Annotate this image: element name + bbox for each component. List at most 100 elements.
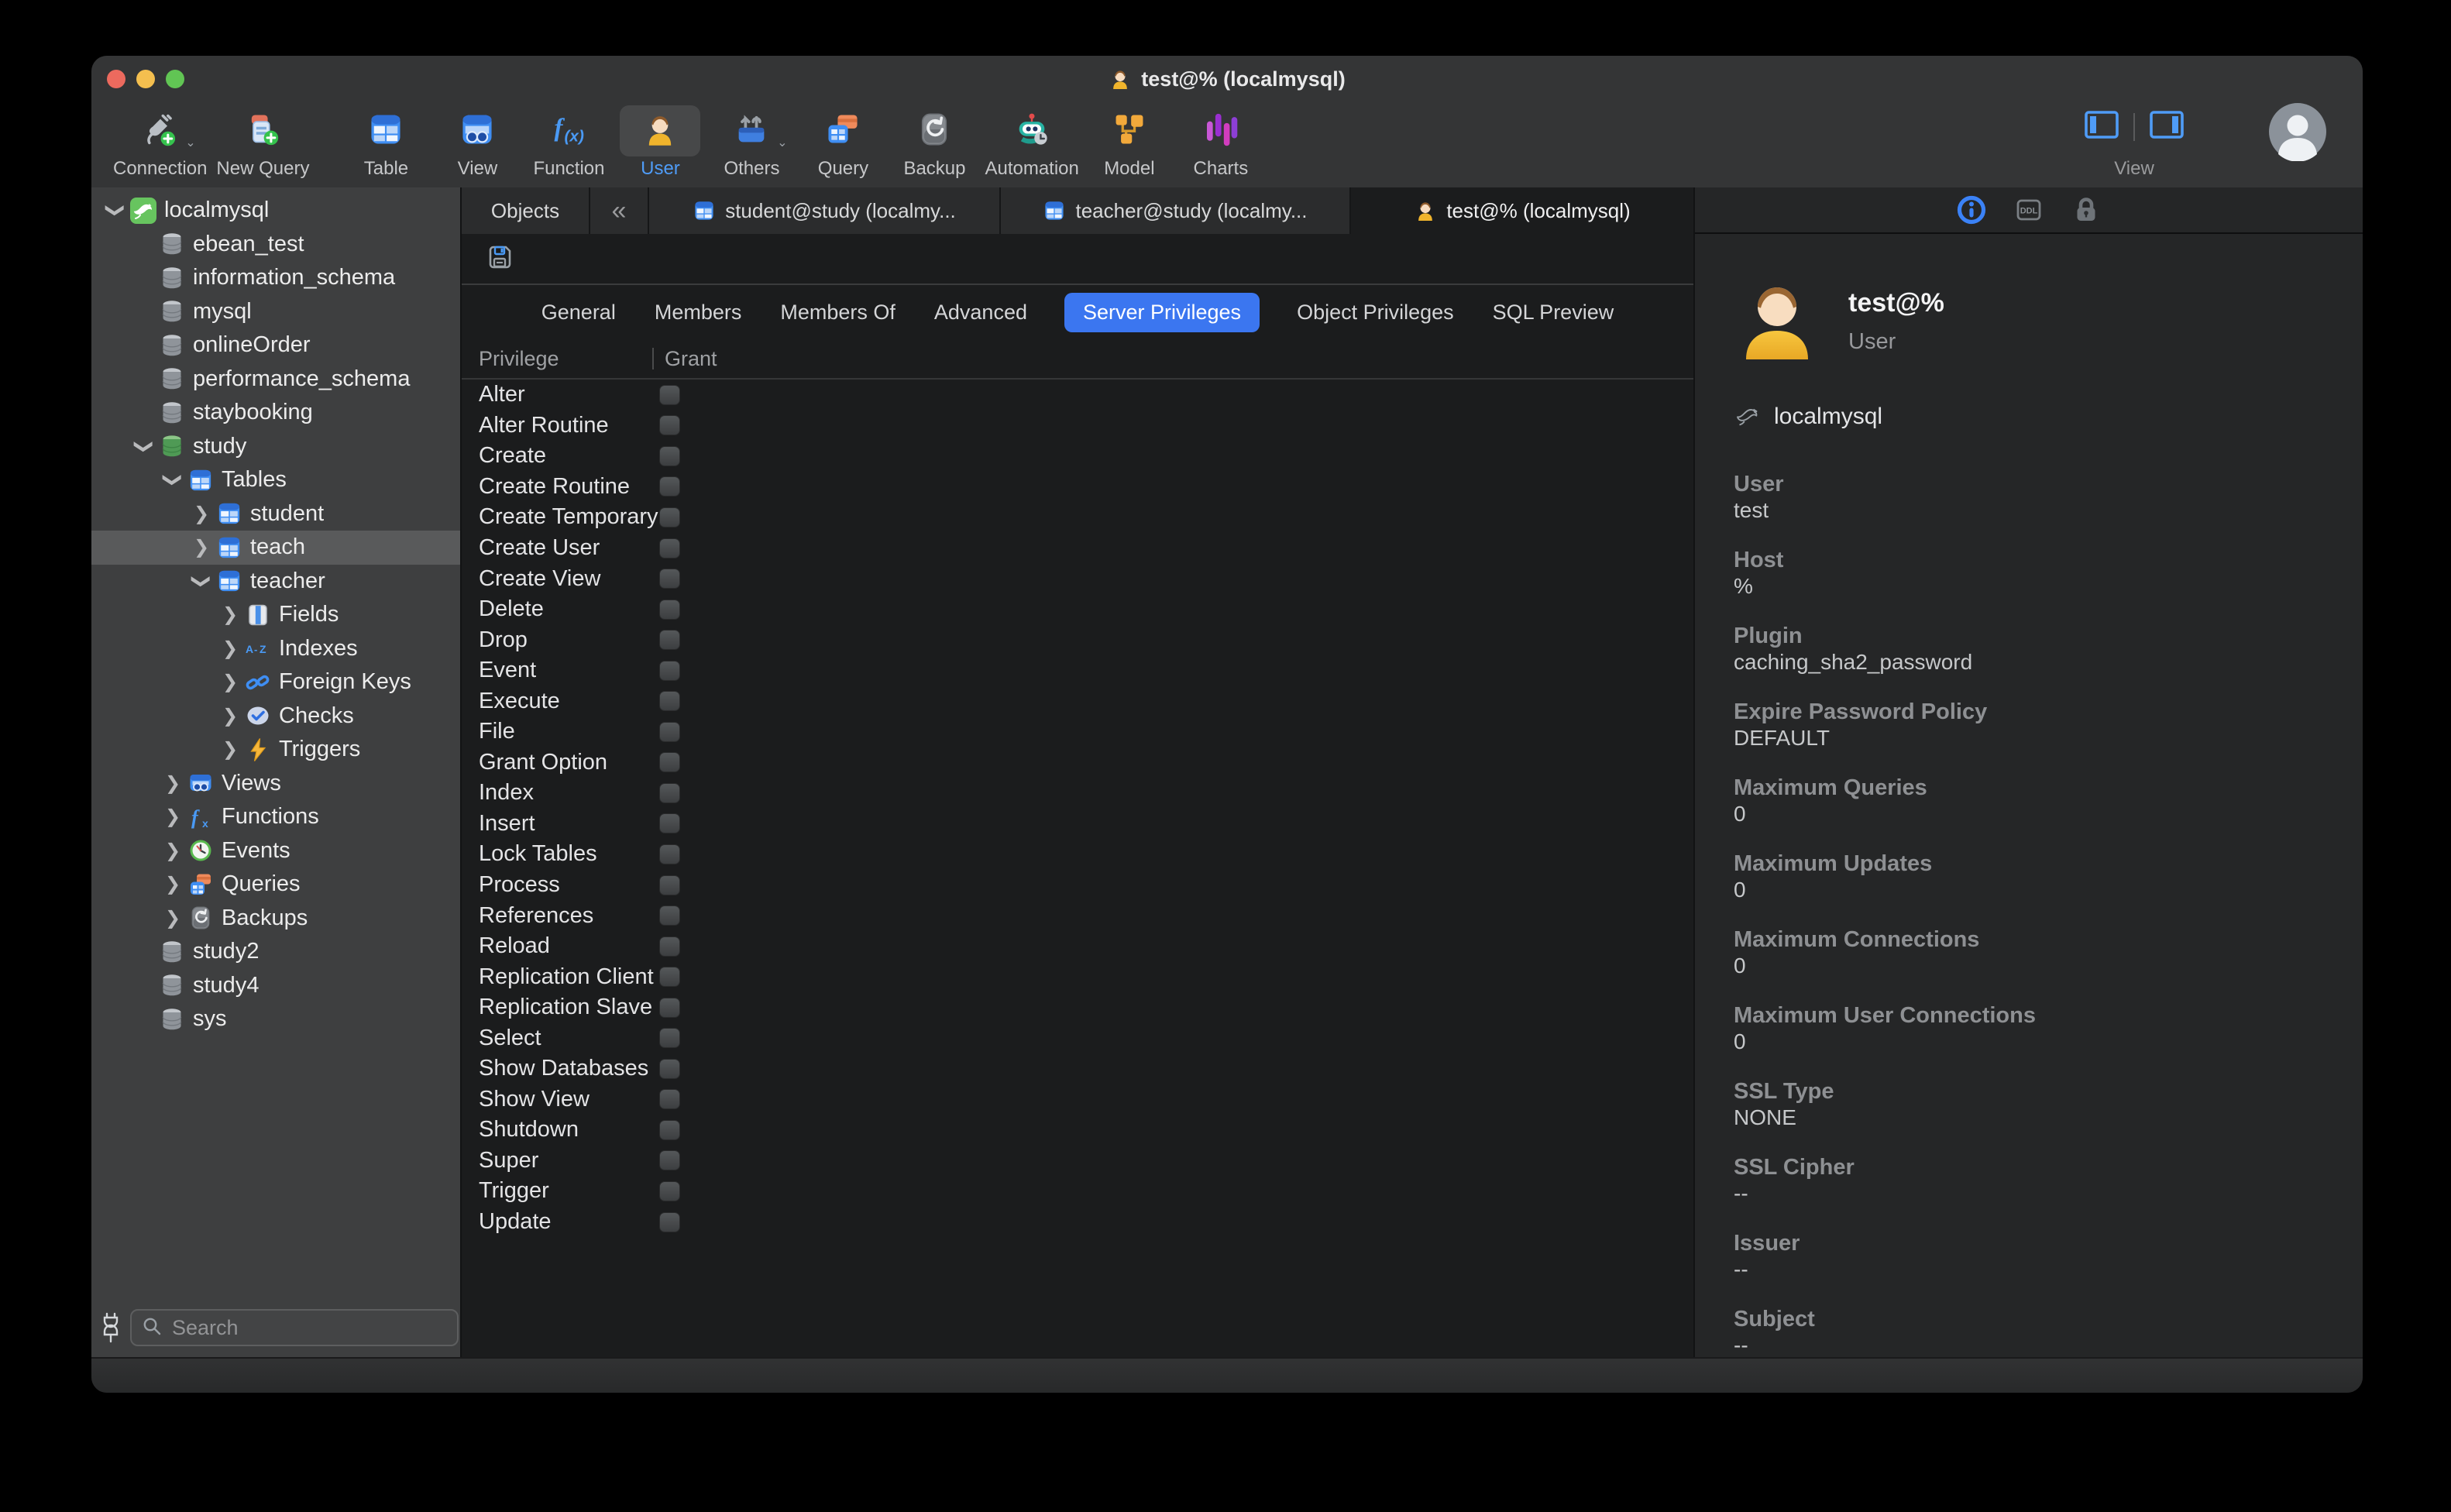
chevron-down-icon[interactable]: ❯ — [105, 196, 127, 225]
grant-checkbox[interactable] — [659, 1150, 680, 1170]
grant-checkbox[interactable] — [659, 936, 680, 957]
tree-item-events[interactable]: ❯Events — [91, 834, 460, 868]
tree-item-indexes[interactable]: ❯A-ZIndexes — [91, 632, 460, 666]
tree-item-mysql[interactable]: ❯mysql — [91, 295, 460, 329]
grant-checkbox[interactable] — [659, 752, 680, 772]
subtab-members-of[interactable]: Members Of — [779, 293, 897, 332]
tree-item-student[interactable]: ❯student — [91, 497, 460, 531]
tree-item-information-schema[interactable]: ❯information_schema — [91, 261, 460, 295]
grant-checkbox[interactable] — [659, 569, 680, 589]
subtab-general[interactable]: General — [540, 293, 617, 332]
tab-test-localmysql[interactable]: test@% (localmysql) — [1351, 187, 1693, 234]
chevron-right-icon[interactable]: ❯ — [187, 503, 216, 525]
grant-checkbox[interactable] — [659, 905, 680, 926]
subtab-server-privileges[interactable]: Server Privileges — [1064, 293, 1260, 332]
grant-checkbox[interactable] — [659, 600, 680, 620]
connection-plug-icon[interactable] — [98, 1312, 124, 1343]
tab-student-study-localmy[interactable]: student@study (localmy... — [649, 187, 1001, 234]
chevron-right-icon[interactable]: ❯ — [215, 705, 245, 727]
tree-item-queries[interactable]: ❯Queries — [91, 868, 460, 902]
info-icon[interactable] — [1954, 193, 1989, 227]
toolbar-button-model[interactable]: Model — [1084, 102, 1175, 180]
toolbar-button-function[interactable]: f(x)Function — [523, 102, 614, 180]
tree-item-fields[interactable]: ❯Fields — [91, 598, 460, 632]
tree-item-views[interactable]: ❯Views — [91, 767, 460, 801]
tab-objects[interactable]: Objects — [462, 187, 590, 234]
tree-item-triggers[interactable]: ❯Triggers — [91, 733, 460, 767]
search-box[interactable] — [130, 1309, 459, 1346]
grant-checkbox[interactable] — [659, 661, 680, 681]
chevron-right-icon[interactable]: ❯ — [158, 806, 187, 828]
tree-item-localmysql[interactable]: ❯localmysql — [91, 194, 460, 228]
tree-item-study4[interactable]: ❯study4 — [91, 969, 460, 1003]
chevron-right-icon[interactable]: ❯ — [158, 907, 187, 930]
grant-checkbox[interactable] — [659, 691, 680, 711]
grant-checkbox[interactable] — [659, 813, 680, 833]
tree-item-functions[interactable]: ❯fxFunctions — [91, 800, 460, 834]
subtab-sql-preview[interactable]: SQL Preview — [1491, 293, 1616, 332]
grant-checkbox[interactable] — [659, 998, 680, 1018]
tree-item-teach[interactable]: ❯teach — [91, 531, 460, 565]
toggle-left-panel-icon[interactable] — [2084, 110, 2119, 143]
lock-icon[interactable] — [2069, 193, 2103, 227]
grant-checkbox[interactable] — [659, 875, 680, 895]
save-icon[interactable] — [485, 242, 514, 276]
grant-checkbox[interactable] — [659, 415, 680, 435]
tree-item-teacher[interactable]: ❯teacher — [91, 565, 460, 599]
tree-item-foreign-keys[interactable]: ❯Foreign Keys — [91, 665, 460, 699]
chevron-down-icon[interactable]: ❯ — [162, 466, 184, 495]
grant-checkbox[interactable] — [659, 1059, 680, 1079]
zoom-button[interactable] — [166, 70, 184, 88]
subtab-object-privileges[interactable]: Object Privileges — [1295, 293, 1456, 332]
toolbar-button-connection[interactable]: ⌄Connection — [108, 102, 211, 180]
tree-item-ebean-test[interactable]: ❯ebean_test — [91, 228, 460, 262]
tree-item-backups[interactable]: ❯Backups — [91, 902, 460, 936]
grant-checkbox[interactable] — [659, 844, 680, 864]
grant-checkbox[interactable] — [659, 1028, 680, 1048]
grant-checkbox[interactable] — [659, 722, 680, 742]
chevron-right-icon[interactable]: ❯ — [215, 603, 245, 626]
chevron-right-icon[interactable]: ❯ — [158, 840, 187, 862]
tree-item-sys[interactable]: ❯sys — [91, 1002, 460, 1036]
grant-checkbox[interactable] — [659, 507, 680, 527]
tree-item-performance-schema[interactable]: ❯performance_schema — [91, 363, 460, 397]
grant-checkbox[interactable] — [659, 1181, 680, 1201]
grant-checkbox[interactable] — [659, 967, 680, 987]
tree-item-study[interactable]: ❯study — [91, 430, 460, 464]
minimize-button[interactable] — [136, 70, 155, 88]
toolbar-button-backup[interactable]: Backup — [889, 102, 980, 180]
tab-collapse[interactable]: « — [590, 187, 649, 234]
grant-checkbox[interactable] — [659, 783, 680, 803]
toolbar-button-query[interactable]: Query — [797, 102, 889, 180]
chevron-down-icon[interactable]: ❯ — [191, 566, 213, 596]
subtab-members[interactable]: Members — [653, 293, 744, 332]
toolbar-button-automation[interactable]: Automation — [980, 102, 1083, 180]
tree-item-staybooking[interactable]: ❯staybooking — [91, 396, 460, 430]
tree-item-checks[interactable]: ❯Checks — [91, 699, 460, 734]
tab-teacher-study-localmy[interactable]: teacher@study (localmy... — [1001, 187, 1351, 234]
subtab-advanced[interactable]: Advanced — [933, 293, 1029, 332]
grant-checkbox[interactable] — [659, 476, 680, 497]
chevron-down-icon[interactable]: ❯ — [133, 431, 156, 461]
grant-checkbox[interactable] — [659, 538, 680, 558]
chevron-right-icon[interactable]: ❯ — [215, 637, 245, 660]
toolbar-button-charts[interactable]: Charts — [1175, 102, 1267, 180]
chevron-right-icon[interactable]: ❯ — [158, 873, 187, 895]
grant-checkbox[interactable] — [659, 630, 680, 650]
toolbar-button-view[interactable]: View — [431, 102, 523, 180]
chevron-right-icon[interactable]: ❯ — [187, 536, 216, 558]
toolbar-button-table[interactable]: Table — [340, 102, 431, 180]
toolbar-button-others[interactable]: ⌄Others — [706, 102, 797, 180]
toolbar-button-new-query[interactable]: New Query — [211, 102, 314, 180]
toggle-right-panel-icon[interactable] — [2149, 110, 2185, 143]
grant-checkbox[interactable] — [659, 1089, 680, 1109]
grant-checkbox[interactable] — [659, 446, 680, 466]
search-input[interactable] — [170, 1315, 448, 1341]
chevron-right-icon[interactable]: ❯ — [215, 671, 245, 693]
grant-checkbox[interactable] — [659, 385, 680, 405]
ddl-icon[interactable]: DDL — [2012, 193, 2046, 227]
toolbar-button-user[interactable]: User — [614, 102, 706, 180]
grant-checkbox[interactable] — [659, 1120, 680, 1140]
grant-checkbox[interactable] — [659, 1212, 680, 1232]
chevron-right-icon[interactable]: ❯ — [215, 738, 245, 761]
